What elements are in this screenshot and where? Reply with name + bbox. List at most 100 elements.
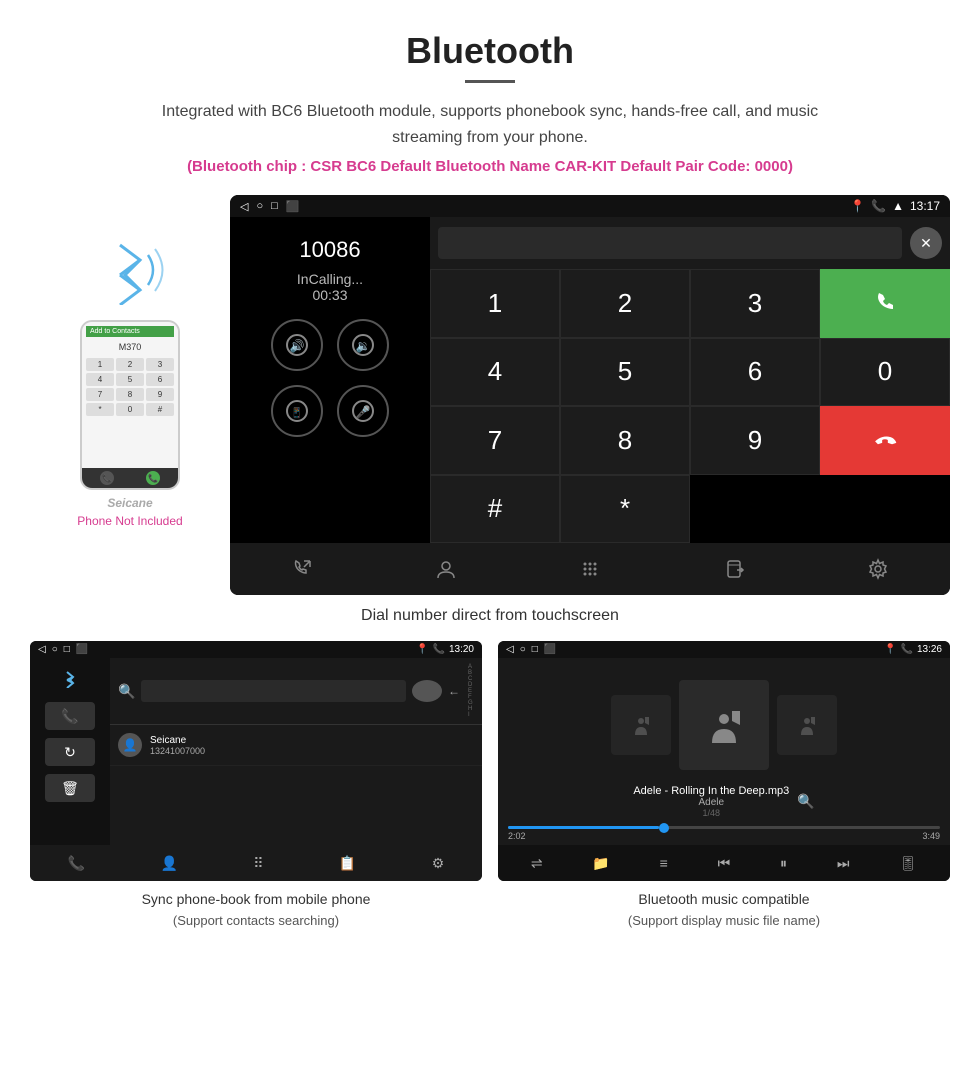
pb-status-bar: ◁ ○ □ ⬛ 📍 📞 13:20 <box>30 641 482 658</box>
phone-key[interactable]: 9 <box>146 388 174 401</box>
square-icon: □ <box>271 200 278 212</box>
phone-dialpad: 1 2 3 4 5 6 7 8 9 * 0 # <box>86 358 174 416</box>
phone-call-btn[interactable]: 📞 <box>146 471 160 485</box>
music-location-icon: 📍 <box>884 644 896 655</box>
prev-icon[interactable]: ⏮ <box>718 855 731 872</box>
folder-icon[interactable]: 📁 <box>592 855 609 872</box>
pb-contact-name: Seicane <box>150 735 205 746</box>
dial-key-hash[interactable]: # <box>430 475 560 544</box>
phone-key[interactable]: 4 <box>86 373 114 386</box>
call-green-btn[interactable] <box>820 269 950 338</box>
time-display: 13:17 <box>910 199 940 213</box>
phone-key[interactable]: # <box>146 403 174 416</box>
dial-key-9[interactable]: 9 <box>690 406 820 475</box>
dial-key-4[interactable]: 4 <box>430 338 560 407</box>
phone-key[interactable]: 1 <box>86 358 114 371</box>
pb-home-icon: ○ <box>52 644 58 655</box>
main-caption: Dial number direct from touchscreen <box>0 607 980 625</box>
phone-not-included: Phone Not Included <box>77 514 182 528</box>
pb-delete-btn[interactable]: 🗑 <box>45 774 95 802</box>
wifi-icon: ▲ <box>892 199 904 213</box>
dial-key-3[interactable]: 3 <box>690 269 820 338</box>
dial-key-star[interactable]: * <box>560 475 690 544</box>
bottom-section: ◁ ○ □ ⬛ 📍 📞 13:20 <box>0 641 980 931</box>
pb-contact-phone: 13241007000 <box>150 746 205 756</box>
nav-contact-icon[interactable] <box>421 543 471 595</box>
dial-key-1[interactable]: 1 <box>430 269 560 338</box>
pb-back-arrow[interactable]: ← <box>448 684 460 698</box>
dial-key-8[interactable]: 8 <box>560 406 690 475</box>
music-search-icon[interactable]: 🔍 <box>797 793 814 810</box>
music-info: Adele - Rolling In the Deep.mp3 Adele 1/… <box>498 781 950 822</box>
shuffle-icon[interactable]: ⇌ <box>531 855 543 872</box>
delete-btn[interactable]: ✕ <box>910 227 942 259</box>
transfer-btn[interactable]: 📱 <box>271 385 323 437</box>
nav-settings-icon[interactable] <box>853 543 903 595</box>
phone-key[interactable]: 7 <box>86 388 114 401</box>
music-item: ◁ ○ □ ⬛ 📍 📞 13:26 <box>498 641 950 931</box>
pb-nav-dialpad[interactable]: ⠿ <box>253 855 263 872</box>
recent-icon: ⬛ <box>286 200 300 213</box>
mute-btn[interactable]: 🎤 <box>337 385 389 437</box>
pb-screen-body: 📞 ↻ 🗑 🔍 ← ABCDEFGHI <box>30 658 482 845</box>
title-underline <box>465 80 515 83</box>
volume-up-btn[interactable]: 🔊 <box>271 319 323 371</box>
music-caption: Bluetooth music compatible (Support disp… <box>628 889 820 931</box>
pb-recent-icon: ⬛ <box>76 644 88 655</box>
progress-times: 2:02 3:49 <box>508 831 940 841</box>
phone-key[interactable]: 6 <box>146 373 174 386</box>
playlist-icon[interactable]: ≡ <box>660 855 668 871</box>
nav-dialpad-icon[interactable] <box>565 543 615 595</box>
pb-nav-contact[interactable]: 👤 <box>160 855 177 872</box>
pb-time: 13:20 <box>449 644 474 655</box>
phone-key[interactable]: 0 <box>116 403 144 416</box>
phone-key[interactable]: 3 <box>146 358 174 371</box>
phone-key[interactable]: 8 <box>116 388 144 401</box>
pb-search-input[interactable] <box>141 680 406 702</box>
music-screen: ◁ ○ □ ⬛ 📍 📞 13:26 <box>498 641 950 881</box>
dial-key-0[interactable]: 0 <box>820 338 950 407</box>
pb-phone-btn[interactable]: 📞 <box>45 702 95 730</box>
call-timer: 00:33 <box>312 287 347 303</box>
pb-search-bar: 🔍 ← ABCDEFGHI <box>110 658 482 725</box>
svg-text:🔊: 🔊 <box>290 338 305 353</box>
music-body: Adele - Rolling In the Deep.mp3 Adele 1/… <box>498 658 950 845</box>
phone-container: Add to Contacts M370 1 2 3 4 5 6 7 8 9 *… <box>30 195 230 528</box>
dial-key-6[interactable]: 6 <box>690 338 820 407</box>
phone-screen: Add to Contacts M370 1 2 3 4 5 6 7 8 9 *… <box>82 322 178 468</box>
call-red-btn[interactable] <box>820 406 950 475</box>
pb-nav-settings[interactable]: ⚙ <box>432 855 445 872</box>
phone-key[interactable]: * <box>86 403 114 416</box>
phone-end-btn[interactable]: 📞 <box>100 471 114 485</box>
play-pause-icon[interactable]: ⏸ <box>780 855 787 872</box>
dial-key-5[interactable]: 5 <box>560 338 690 407</box>
svg-text:🔉: 🔉 <box>356 339 371 353</box>
phone-key[interactable]: 2 <box>116 358 144 371</box>
call-status: InCalling... <box>297 271 363 287</box>
pb-contact-item[interactable]: 👤 Seicane 13241007000 <box>110 725 482 766</box>
next-icon[interactable]: ⏭ <box>837 855 850 872</box>
phone-key[interactable]: 5 <box>116 373 144 386</box>
album-right <box>777 695 837 755</box>
music-call-icon: 📞 <box>901 644 913 655</box>
pb-bluetooth-icon <box>60 668 80 694</box>
volume-down-btn[interactable]: 🔉 <box>337 319 389 371</box>
nav-transfer-icon[interactable] <box>709 543 759 595</box>
pb-sidebar: 📞 ↻ 🗑 <box>30 658 110 845</box>
pb-back-icon: ◁ <box>38 644 46 655</box>
call-input-field[interactable] <box>438 227 902 259</box>
pb-nav-transfer[interactable]: 📋 <box>339 855 356 872</box>
pb-nav-phone[interactable]: 📞 <box>68 855 85 872</box>
call-icon: 📞 <box>871 199 886 213</box>
dial-key-7[interactable]: 7 <box>430 406 560 475</box>
progress-bar-fill <box>508 826 659 829</box>
pb-call-icon: 📞 <box>433 644 445 655</box>
album-center <box>679 680 769 770</box>
dial-key-2[interactable]: 2 <box>560 269 690 338</box>
car-nav-bar <box>230 543 950 595</box>
nav-phone-icon[interactable] <box>277 543 327 595</box>
pb-alpha-list: ABCDEFGHI <box>466 664 474 718</box>
equalizer-icon[interactable]: 🎚 <box>899 855 917 872</box>
pb-sync-btn[interactable]: ↻ <box>45 738 95 766</box>
status-right: 📍 📞 ▲ 13:17 <box>850 199 940 213</box>
